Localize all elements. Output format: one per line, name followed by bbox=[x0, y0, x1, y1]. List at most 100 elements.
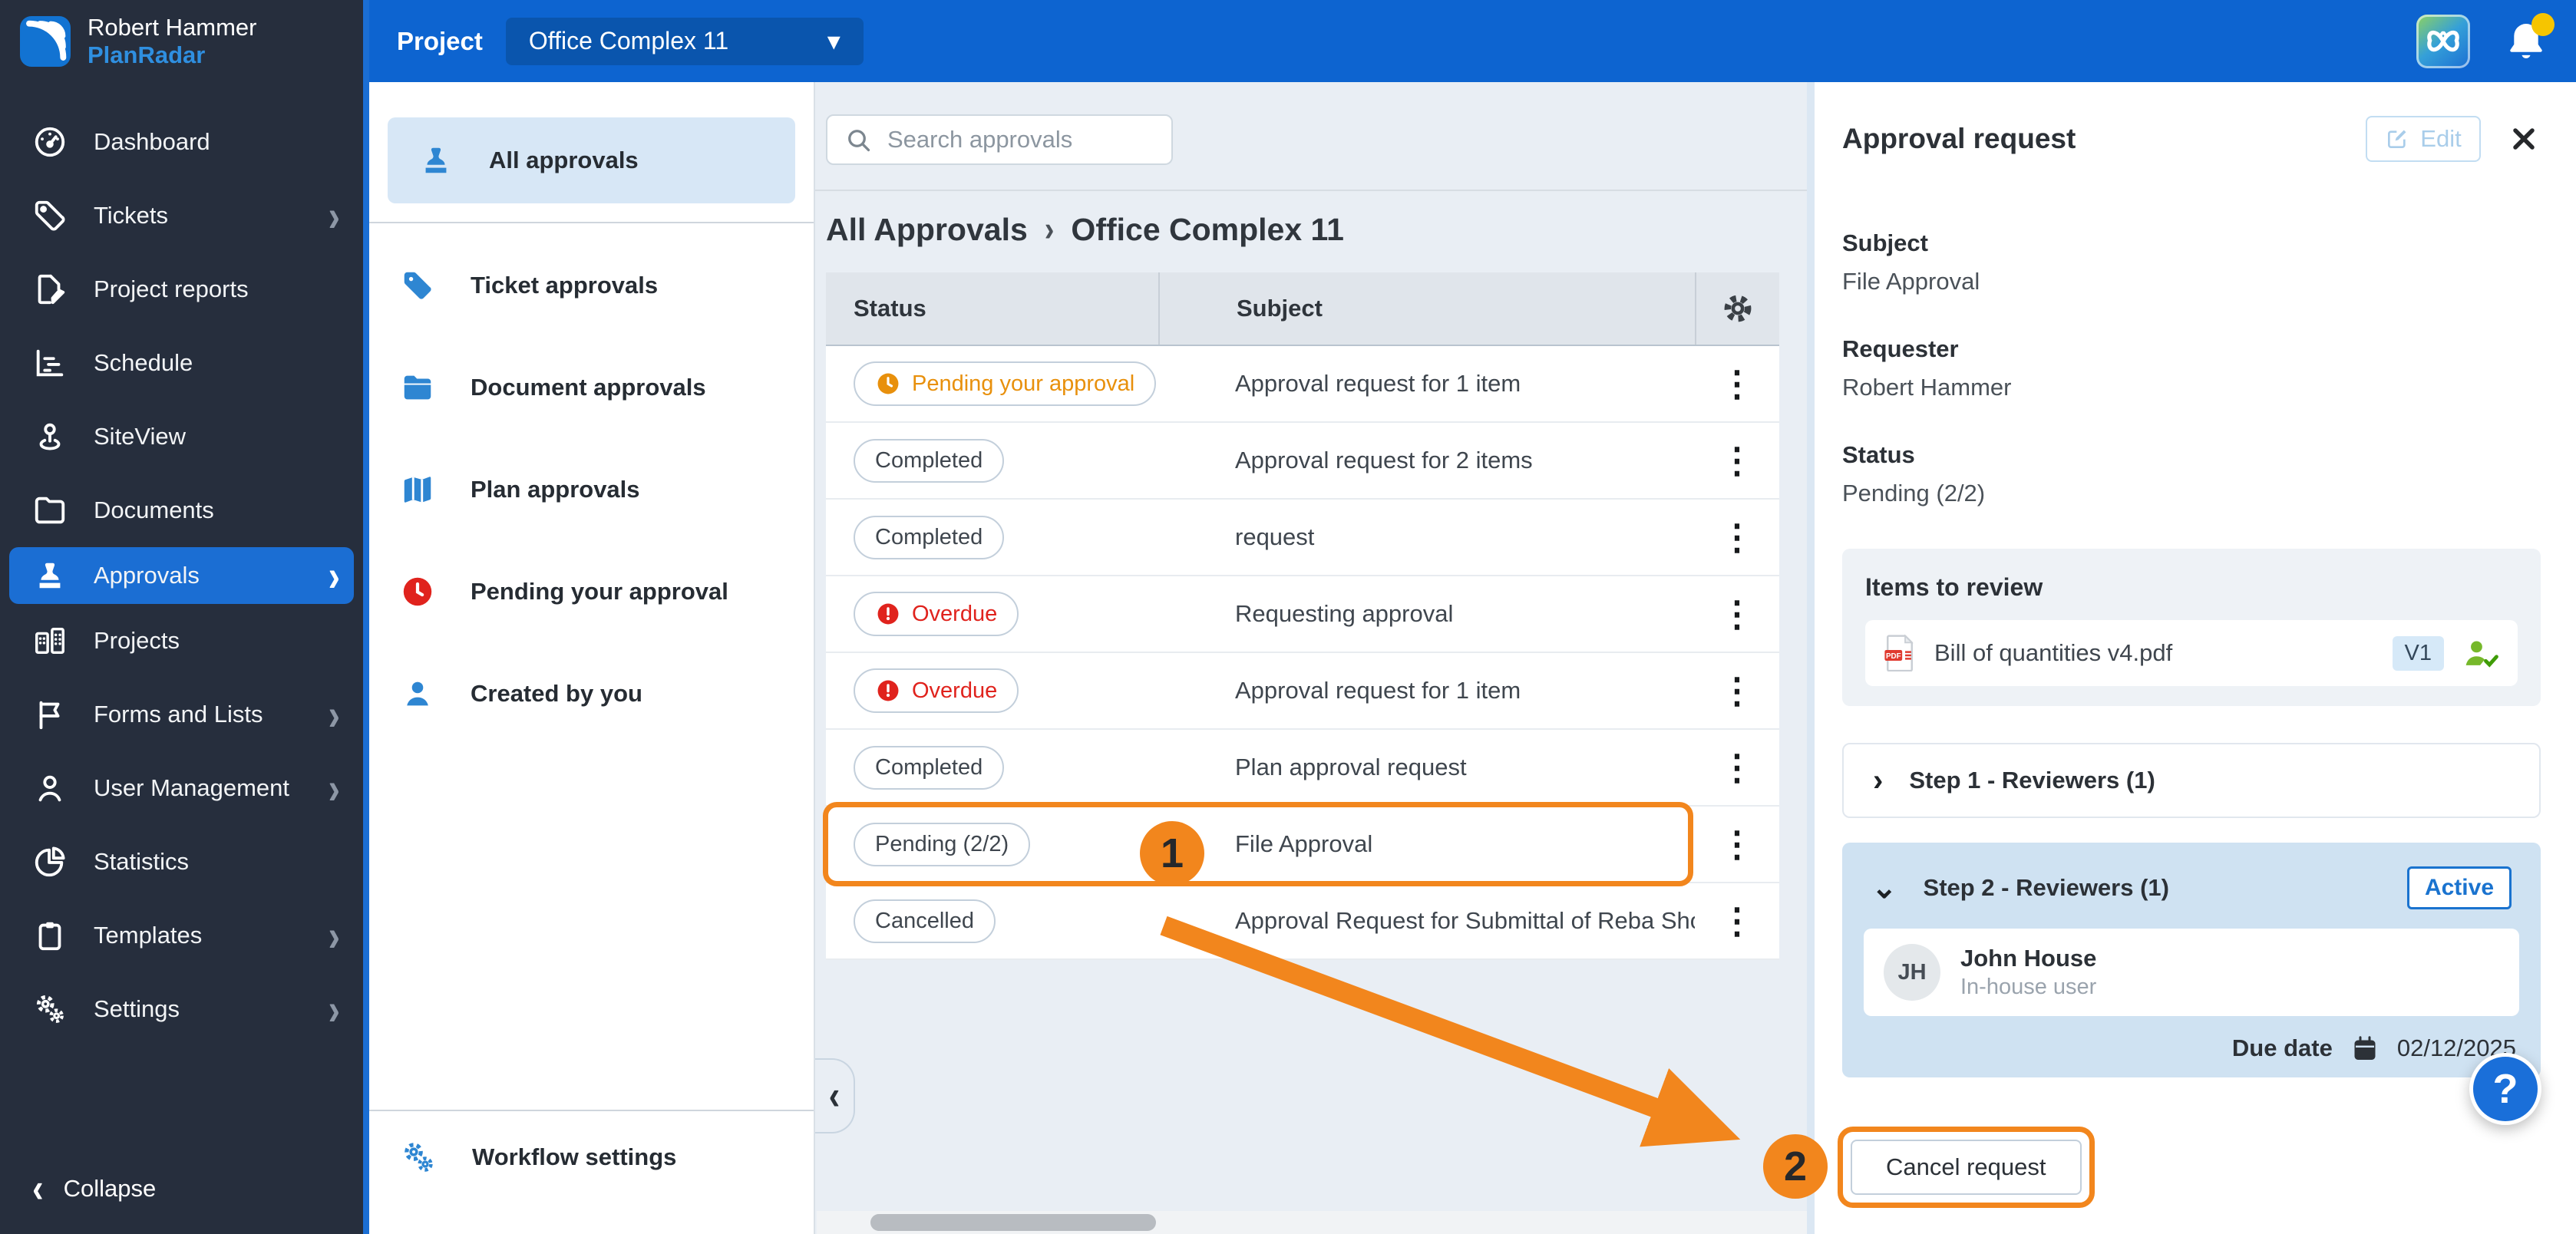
filter-item-plan-approvals[interactable]: Plan approvals bbox=[369, 438, 814, 540]
tagF-icon bbox=[400, 268, 435, 303]
table-header: Status Subject bbox=[826, 272, 1779, 346]
folderO-icon bbox=[32, 493, 68, 528]
version-badge[interactable]: V1 bbox=[2393, 636, 2444, 671]
step-2-header[interactable]: ⌄ Step 2 - Reviewers (1) Active bbox=[1864, 863, 2519, 913]
cancel-request-button[interactable]: Cancel request bbox=[1851, 1140, 2082, 1195]
chevron-right-icon: › bbox=[329, 553, 340, 598]
sidebar-item-schedule[interactable]: Schedule bbox=[0, 326, 363, 400]
active-status-badge: Active bbox=[2407, 866, 2512, 909]
search-input[interactable] bbox=[886, 125, 1154, 154]
sidebar-collapse-button[interactable]: ‹ Collapse bbox=[0, 1170, 363, 1234]
sidebar-item-dashboard[interactable]: Dashboard bbox=[0, 105, 363, 179]
step-1-section[interactable]: › Step 1 - Reviewers (1) bbox=[1842, 743, 2541, 818]
pencil-square-icon bbox=[2385, 127, 2409, 151]
edit-label: Edit bbox=[2420, 125, 2461, 153]
due-date-label: Due date bbox=[2232, 1034, 2333, 1062]
status-cell: Overdue bbox=[826, 668, 1158, 713]
project-select[interactable]: Office Complex 11 ▾ bbox=[506, 18, 864, 65]
table-row[interactable]: OverdueApproval request for 1 item⋮ bbox=[826, 653, 1779, 730]
table-settings-gear-icon[interactable] bbox=[1721, 292, 1755, 325]
table-row[interactable]: Completedrequest⋮ bbox=[826, 500, 1779, 576]
filter-item-label: Ticket approvals bbox=[471, 272, 658, 299]
horizontal-scrollbar-track bbox=[817, 1211, 1807, 1234]
search-box bbox=[826, 114, 1173, 165]
review-file-row[interactable]: PDF Bill of quantities v4.pdf V1 bbox=[1865, 620, 2518, 686]
row-menu-icon[interactable]: ⋮ bbox=[1719, 596, 1755, 632]
calendar-icon bbox=[2351, 1034, 2379, 1063]
notifications-button[interactable] bbox=[2504, 18, 2548, 65]
sidebar-item-label: Templates bbox=[94, 922, 202, 949]
sidebar-item-approvals[interactable]: Approvals› bbox=[9, 547, 354, 604]
sidebar-item-templates[interactable]: Templates› bbox=[0, 899, 363, 972]
reviewer-approved-icon bbox=[2462, 636, 2499, 670]
mapF-icon bbox=[400, 472, 435, 507]
table-row[interactable]: OverdueRequesting approval⋮ bbox=[826, 576, 1779, 653]
column-header-status[interactable]: Status bbox=[826, 272, 1158, 345]
actions-cell: ⋮ bbox=[1695, 520, 1779, 555]
subject-cell: Approval Request for Submittal of Reba S… bbox=[1158, 907, 1695, 935]
review-file-name: Bill of quantities v4.pdf bbox=[1934, 639, 2374, 667]
subject-cell: File Approval bbox=[1158, 830, 1695, 858]
actions-cell: ⋮ bbox=[1695, 673, 1779, 708]
sidebar-item-projects[interactable]: Projects bbox=[0, 604, 363, 678]
edit-button[interactable]: Edit bbox=[2366, 116, 2481, 162]
horizontal-scrollbar-thumb[interactable] bbox=[870, 1214, 1156, 1231]
items-to-review-title: Items to review bbox=[1865, 573, 2518, 602]
table-row[interactable]: Pending your approvalApproval request fo… bbox=[826, 346, 1779, 423]
status-badge-label: Pending (2/2) bbox=[875, 832, 1009, 857]
user-icon bbox=[32, 770, 68, 806]
filter-item-document-approvals[interactable]: Document approvals bbox=[369, 336, 814, 438]
filter-item-label: Created by you bbox=[471, 680, 642, 708]
sidebar-item-user-management[interactable]: User Management› bbox=[0, 751, 363, 825]
assistant-button[interactable] bbox=[2416, 15, 2470, 68]
status-badge-label: Pending your approval bbox=[912, 371, 1134, 397]
sidebar-item-project-reports[interactable]: Project reports bbox=[0, 252, 363, 326]
status-cell: Completed bbox=[826, 516, 1158, 559]
help-button[interactable]: ? bbox=[2469, 1053, 2541, 1125]
reviewer-card[interactable]: JH John House In-house user bbox=[1864, 929, 2519, 1016]
field-value: File Approval bbox=[1842, 268, 2541, 295]
sidebar-item-settings[interactable]: Settings› bbox=[0, 972, 363, 1046]
table-row[interactable]: CompletedPlan approval request⋮ bbox=[826, 730, 1779, 807]
status-badge-label: Cancelled bbox=[875, 909, 974, 934]
approvals-filter-sidebar: All approvals Ticket approvals Document a… bbox=[369, 82, 814, 1234]
sidebar-item-documents[interactable]: Documents bbox=[0, 473, 363, 547]
due-date-row: Due date 02/12/2025 bbox=[1864, 1031, 2519, 1065]
clock-icon bbox=[875, 371, 901, 397]
sidebar-item-statistics[interactable]: Statistics bbox=[0, 825, 363, 899]
status-badge: Overdue bbox=[854, 668, 1019, 713]
planradar-logo-icon bbox=[20, 16, 71, 67]
table-row[interactable]: Pending (2/2) File Approval ⋮ bbox=[826, 807, 1779, 883]
chevron-left-icon: ‹ bbox=[829, 1073, 841, 1119]
alert-icon bbox=[875, 601, 901, 627]
table-body: Pending your approvalApproval request fo… bbox=[826, 346, 1779, 960]
status-badge: Completed bbox=[854, 516, 1004, 559]
row-menu-icon[interactable]: ⋮ bbox=[1719, 443, 1755, 478]
row-menu-icon[interactable]: ⋮ bbox=[1719, 827, 1755, 862]
approvals-table: Status Subject Pendi bbox=[826, 272, 1779, 960]
row-menu-icon[interactable]: ⋮ bbox=[1719, 750, 1755, 785]
filter-item-all-approvals[interactable]: All approvals bbox=[388, 117, 795, 203]
table-row[interactable]: CompletedApproval request for 2 items⋮ bbox=[826, 423, 1779, 500]
sidebar-item-siteview[interactable]: SiteView bbox=[0, 400, 363, 473]
row-menu-icon[interactable]: ⋮ bbox=[1719, 520, 1755, 555]
row-menu-icon[interactable]: ⋮ bbox=[1719, 903, 1755, 939]
sidebar-item-forms-and-lists[interactable]: Forms and Lists› bbox=[0, 678, 363, 751]
close-icon[interactable] bbox=[2507, 122, 2541, 156]
sidebar-item-workflow-settings[interactable]: Workflow settings bbox=[369, 1111, 814, 1203]
sidebar-item-tickets[interactable]: Tickets› bbox=[0, 179, 363, 252]
filter-item-created-by-you[interactable]: Created by you bbox=[369, 642, 814, 744]
column-header-subject[interactable]: Subject bbox=[1158, 272, 1695, 345]
status-cell: Pending your approval bbox=[826, 361, 1158, 406]
filter-item-label: Pending your approval bbox=[471, 578, 728, 605]
row-menu-icon[interactable]: ⋮ bbox=[1719, 673, 1755, 708]
filter-item-pending-your-approval[interactable]: Pending your approval bbox=[369, 540, 814, 642]
sidebar-item-label: Statistics bbox=[94, 848, 189, 876]
table-row[interactable]: Cancelled Approval Request for Submittal … bbox=[826, 883, 1779, 960]
account-header[interactable]: Robert Hammer PlanRadar bbox=[0, 0, 363, 82]
filter-item-ticket-approvals[interactable]: Ticket approvals bbox=[369, 234, 814, 336]
panel-collapse-handle[interactable]: ‹ bbox=[815, 1058, 855, 1133]
row-menu-icon[interactable]: ⋮ bbox=[1719, 366, 1755, 401]
breadcrumb-item[interactable]: All Approvals bbox=[826, 212, 1028, 248]
avatar: JH bbox=[1884, 944, 1940, 1001]
